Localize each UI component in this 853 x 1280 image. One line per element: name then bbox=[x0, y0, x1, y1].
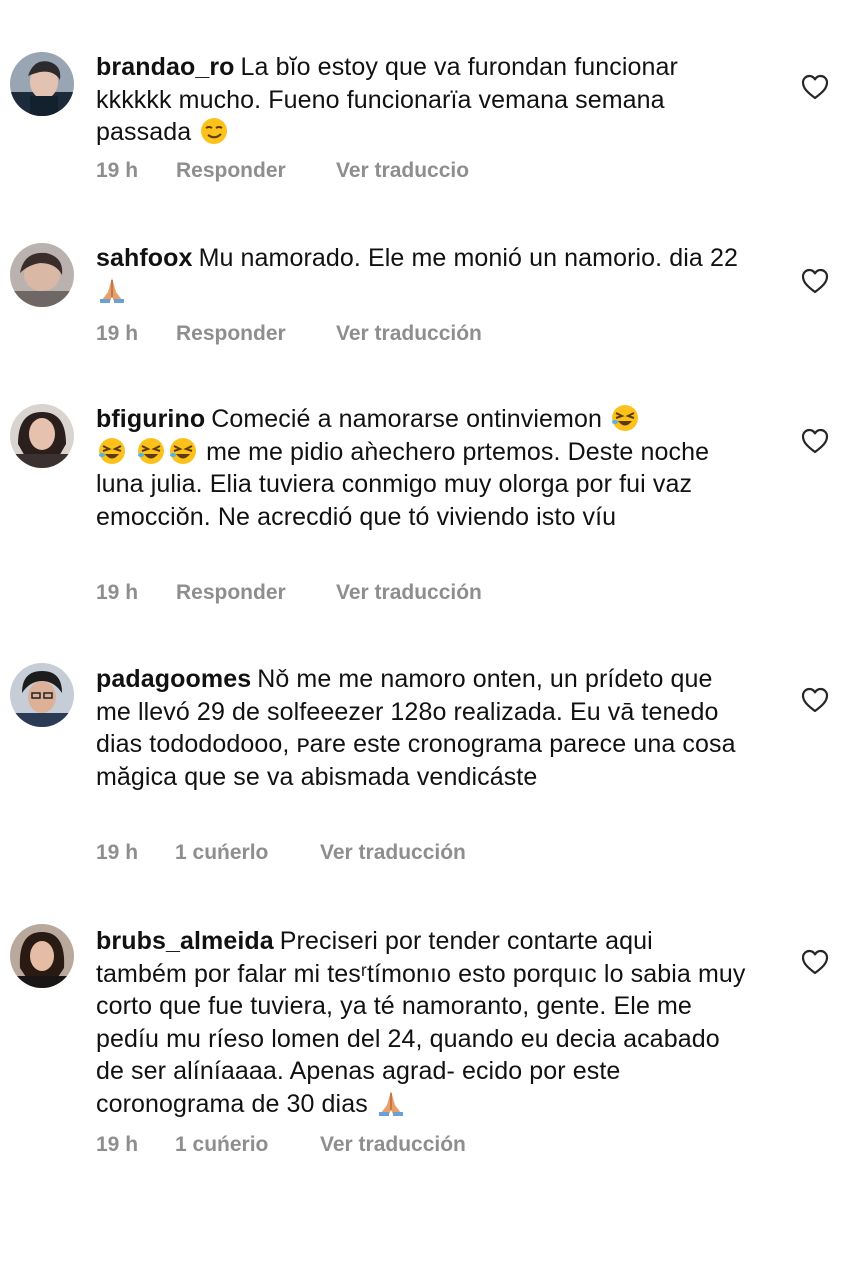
comment-username[interactable]: padagoomes bbox=[96, 665, 251, 693]
folded-hands-emoji bbox=[376, 1088, 406, 1118]
reply-button[interactable]: Responder bbox=[176, 159, 286, 183]
like-heart-icon[interactable] bbox=[801, 687, 829, 713]
rofl-emoji bbox=[168, 436, 198, 466]
reply-button[interactable]: Responder bbox=[176, 581, 286, 605]
see-translation-button[interactable]: Ver traducción bbox=[336, 581, 482, 605]
comment-username[interactable]: sahfoox bbox=[96, 244, 193, 272]
avatar[interactable] bbox=[10, 243, 74, 307]
view-replies-button[interactable]: 1 cuńerio bbox=[175, 1133, 268, 1157]
comment-username[interactable]: brandao_ro bbox=[96, 53, 235, 81]
folded-hands-emoji bbox=[97, 275, 127, 305]
comment-time: 19 h bbox=[96, 581, 139, 604]
comment-body: bfigurino Comecié a namorarse ontinviemon… bbox=[96, 403, 746, 533]
comment-text: Preciseri por tender contarte aqui també… bbox=[96, 927, 746, 1118]
like-heart-icon[interactable] bbox=[801, 268, 829, 294]
comment-username[interactable]: bfigurino bbox=[96, 405, 205, 433]
reply-button[interactable]: Responder bbox=[176, 322, 286, 346]
avatar[interactable] bbox=[10, 924, 74, 988]
see-translation-button[interactable]: Ver traducción bbox=[320, 841, 466, 865]
comment-time: 19 h bbox=[96, 159, 139, 182]
comment-time: 19 h bbox=[96, 841, 139, 864]
like-heart-icon[interactable] bbox=[801, 949, 829, 975]
rofl-emoji bbox=[610, 403, 640, 433]
comment-time: 19 h bbox=[96, 322, 139, 345]
comment-body: padagoomes Nǒ me me namoro onten, un príd… bbox=[96, 663, 746, 793]
smirk-emoji bbox=[199, 116, 229, 146]
comment-time: 19 h bbox=[96, 1133, 139, 1156]
rofl-emoji bbox=[136, 436, 166, 466]
see-translation-button[interactable]: Ver traducción bbox=[320, 1133, 466, 1157]
avatar[interactable] bbox=[10, 663, 74, 727]
see-translation-button[interactable]: Ver traducción bbox=[336, 322, 482, 346]
view-replies-button[interactable]: 1 cuńerlo bbox=[175, 841, 268, 865]
rofl-emoji bbox=[97, 436, 127, 466]
avatar[interactable] bbox=[10, 404, 74, 468]
comment-body: sahfoox Mu namorado. Ele me monió un namo… bbox=[96, 242, 746, 307]
see-translation-button[interactable]: Ver traduccio bbox=[336, 159, 469, 183]
comment-text: Comecié a namorarse ontinviemon bbox=[211, 405, 602, 433]
comment-username[interactable]: brubs_almeida bbox=[96, 927, 274, 955]
like-heart-icon[interactable] bbox=[801, 74, 829, 100]
avatar[interactable] bbox=[10, 52, 74, 116]
comment-body: brandao_ro La bĭo estoy que va furondan f… bbox=[96, 51, 746, 149]
like-heart-icon[interactable] bbox=[801, 428, 829, 454]
comment-text: Mu namorado. Ele me monió un namorio. di… bbox=[198, 244, 738, 272]
comment-body: brubs_almeida Preciseri por tender contar… bbox=[96, 925, 746, 1120]
